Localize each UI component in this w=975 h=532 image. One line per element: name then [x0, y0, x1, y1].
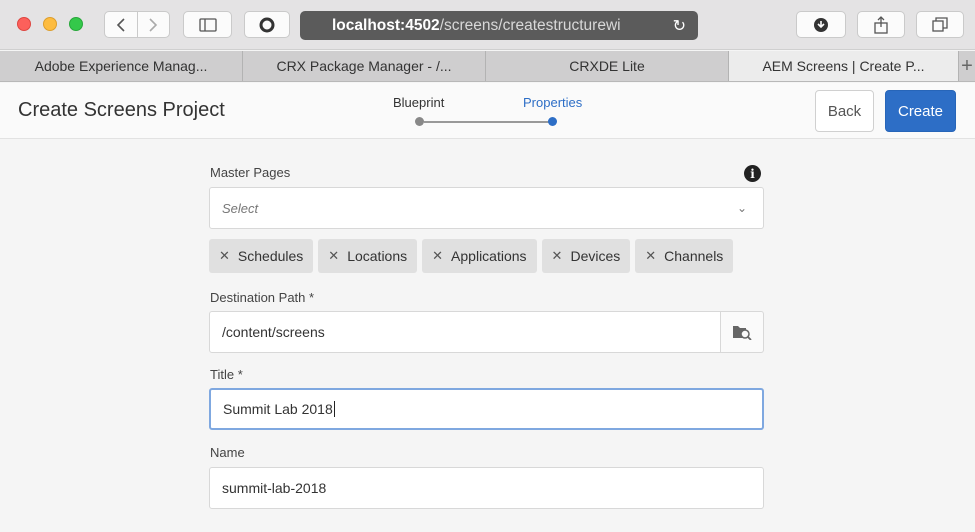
folder-search-icon — [733, 326, 752, 340]
destination-path-value: /content/screens — [222, 324, 325, 340]
step-blueprint-dot[interactable] — [415, 117, 424, 126]
address-bar[interactable]: localhost:4502/screens/createstructurewi… — [300, 11, 698, 40]
back-arrow-icon[interactable] — [105, 12, 138, 37]
minimize-window-button[interactable] — [43, 17, 57, 31]
share-button[interactable] — [857, 11, 905, 38]
tab-crx-package-manager[interactable]: CRX Package Manager - /... — [243, 51, 486, 81]
sidebar-toggle-button[interactable] — [183, 11, 232, 38]
remove-tag-icon[interactable]: ✕ — [552, 248, 563, 264]
text-caret — [333, 401, 335, 417]
page-title: Create Screens Project — [18, 99, 225, 121]
name-input[interactable]: summit-lab-2018 — [209, 467, 764, 509]
zoom-window-button[interactable] — [69, 17, 83, 31]
chevron-down-icon: ⌄ — [736, 201, 747, 215]
remove-tag-icon[interactable]: ✕ — [328, 248, 339, 264]
destination-path-label: Destination Path * — [210, 290, 315, 305]
tag-applications: ✕ Applications — [422, 239, 537, 273]
tag-label: Schedules — [237, 248, 304, 264]
tabs-icon — [932, 16, 948, 32]
tag-devices: ✕ Devices — [541, 239, 631, 273]
tab-aem[interactable]: Adobe Experience Manag... — [0, 51, 243, 81]
sidebar-icon — [198, 17, 217, 32]
destination-path-field[interactable]: /content/screens — [209, 311, 721, 353]
remove-tag-icon[interactable]: ✕ — [219, 248, 230, 264]
tab-bar: Adobe Experience Manag... CRX Package Ma… — [0, 51, 975, 82]
history-nav-group — [104, 11, 170, 38]
step-connector — [424, 121, 549, 123]
remove-tag-icon[interactable]: ✕ — [432, 248, 443, 264]
master-pages-select[interactable]: Select ⌄ — [209, 187, 764, 229]
master-pages-label: Master Pages — [210, 165, 291, 180]
browser-toolbar: localhost:4502/screens/createstructurewi… — [0, 0, 975, 50]
tag-label: Locations — [347, 248, 408, 264]
close-window-button[interactable] — [17, 17, 31, 31]
name-value: summit-lab-2018 — [222, 480, 327, 496]
downloads-button[interactable] — [796, 11, 846, 38]
url-path: /screens/createstructurewi — [439, 16, 621, 34]
show-tabs-button[interactable] — [916, 11, 964, 38]
step-properties-dot[interactable] — [548, 117, 557, 126]
master-pages-placeholder: Select — [222, 200, 259, 216]
browse-path-button[interactable] — [720, 311, 764, 353]
url-host: localhost:4502 — [332, 16, 440, 34]
download-icon — [814, 17, 828, 32]
step-properties-label[interactable]: Properties — [523, 95, 582, 110]
master-pages-tag-list: ✕ Schedules ✕ Locations ✕ Applications ✕… — [209, 239, 734, 273]
tag-schedules: ✕ Schedules — [209, 239, 314, 273]
title-value: Summit Lab 2018 — [223, 401, 333, 417]
title-label: Title * — [210, 367, 243, 382]
forward-arrow-icon[interactable] — [138, 12, 170, 37]
back-button[interactable]: Back — [815, 90, 874, 132]
circle-icon — [259, 17, 275, 32]
remove-tag-icon[interactable]: ✕ — [645, 248, 656, 264]
wizard-header: Create Screens Project Blueprint Propert… — [0, 83, 975, 139]
title-input[interactable]: Summit Lab 2018 — [209, 388, 764, 430]
new-tab-button[interactable]: + — [959, 51, 975, 81]
tab-crxde-lite[interactable]: CRXDE Lite — [486, 51, 729, 81]
name-label: Name — [210, 445, 245, 460]
step-blueprint-label[interactable]: Blueprint — [393, 95, 444, 110]
tag-label: Applications — [451, 248, 527, 264]
reader-button[interactable] — [244, 11, 290, 38]
tag-locations: ✕ Locations — [318, 239, 418, 273]
create-button[interactable]: Create — [885, 90, 956, 132]
tag-channels: ✕ Channels — [635, 239, 734, 273]
share-icon — [874, 15, 888, 34]
tab-aem-screens[interactable]: AEM Screens | Create P... — [729, 51, 959, 81]
info-icon[interactable]: i — [744, 165, 761, 182]
reload-icon[interactable]: ↻ — [673, 16, 686, 36]
tag-label: Devices — [570, 248, 621, 264]
tag-label: Channels — [664, 248, 724, 264]
